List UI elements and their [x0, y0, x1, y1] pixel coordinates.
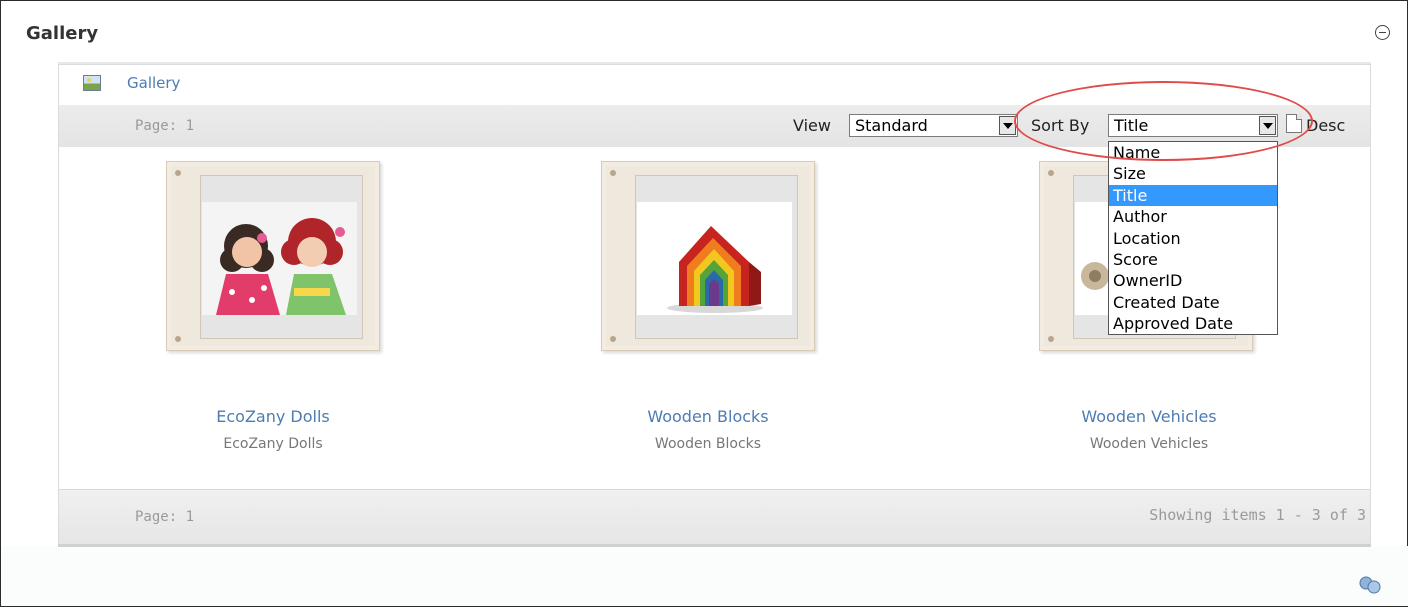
page-indicator: Page: 1 — [135, 118, 195, 134]
frame-corner — [1048, 336, 1054, 342]
sort-option-score[interactable]: Score — [1109, 249, 1277, 270]
thumbnail-mat — [635, 175, 798, 339]
thumbnail-mat — [200, 175, 363, 339]
sort-by-select[interactable]: Title — [1108, 114, 1278, 137]
footer-page-indicator: Page: 1 — [135, 509, 195, 525]
view-label: View — [793, 116, 831, 135]
sort-option-size[interactable]: Size — [1109, 163, 1277, 184]
gallery-container: Gallery Page: 1 View Standard Sort By Ti… — [58, 64, 1371, 544]
settings-icon[interactable] — [1358, 576, 1382, 594]
item-description: Wooden Blocks — [654, 436, 762, 452]
gallery-thumbnail[interactable] — [166, 161, 380, 351]
frame-corner — [175, 336, 181, 342]
frame-corner — [175, 170, 181, 176]
sort-option-name[interactable]: Name — [1109, 142, 1277, 163]
item-count: Showing items 1 - 3 of 3 — [1149, 506, 1366, 524]
sort-option-approved-date[interactable]: Approved Date — [1109, 313, 1277, 334]
item-description: EcoZany Dolls — [223, 436, 323, 452]
frame-corner — [610, 336, 616, 342]
frame-corner — [610, 170, 616, 176]
sort-option-location[interactable]: Location — [1109, 228, 1277, 249]
dolls-image — [202, 202, 357, 315]
sort-option-author[interactable]: Author — [1109, 206, 1277, 227]
desc-label: Desc — [1306, 116, 1346, 135]
module-title: Gallery — [26, 23, 99, 44]
sort-by-dropdown-list: Name Size Title Author Location Score Ow… — [1108, 141, 1278, 335]
gallery-thumbnail[interactable] — [601, 161, 815, 351]
view-select-value: Standard — [855, 116, 928, 135]
sort-by-select-value: Title — [1114, 116, 1149, 135]
sort-option-created-date[interactable]: Created Date — [1109, 292, 1277, 313]
gallery-header: Gallery — [59, 65, 1370, 105]
gallery-footer: Page: 1 Showing items 1 - 3 of 3 — [59, 489, 1370, 544]
item-description: Wooden Vehicles — [1089, 436, 1209, 452]
gallery-breadcrumb-link[interactable]: Gallery — [127, 74, 180, 92]
frame-corner — [1048, 170, 1054, 176]
module-footer-area — [2, 546, 1408, 606]
item-title-link[interactable]: EcoZany Dolls — [153, 407, 393, 426]
chevron-down-icon[interactable] — [999, 116, 1016, 135]
item-title-link[interactable]: Wooden Vehicles — [1029, 407, 1269, 426]
desc-checkbox[interactable] — [1286, 114, 1302, 133]
item-title-link[interactable]: Wooden Blocks — [588, 407, 828, 426]
blocks-image — [637, 202, 792, 315]
chevron-down-icon[interactable] — [1259, 116, 1276, 135]
gallery-icon — [83, 75, 101, 91]
sort-option-title[interactable]: Title — [1109, 184, 1277, 207]
gallery-module: Gallery Gallery Page: 1 View Standard So… — [0, 0, 1408, 607]
sort-option-ownerid[interactable]: OwnerID — [1109, 270, 1277, 291]
collapse-icon[interactable] — [1375, 25, 1390, 40]
view-select[interactable]: Standard — [849, 114, 1018, 137]
sort-by-label: Sort By — [1031, 116, 1090, 135]
